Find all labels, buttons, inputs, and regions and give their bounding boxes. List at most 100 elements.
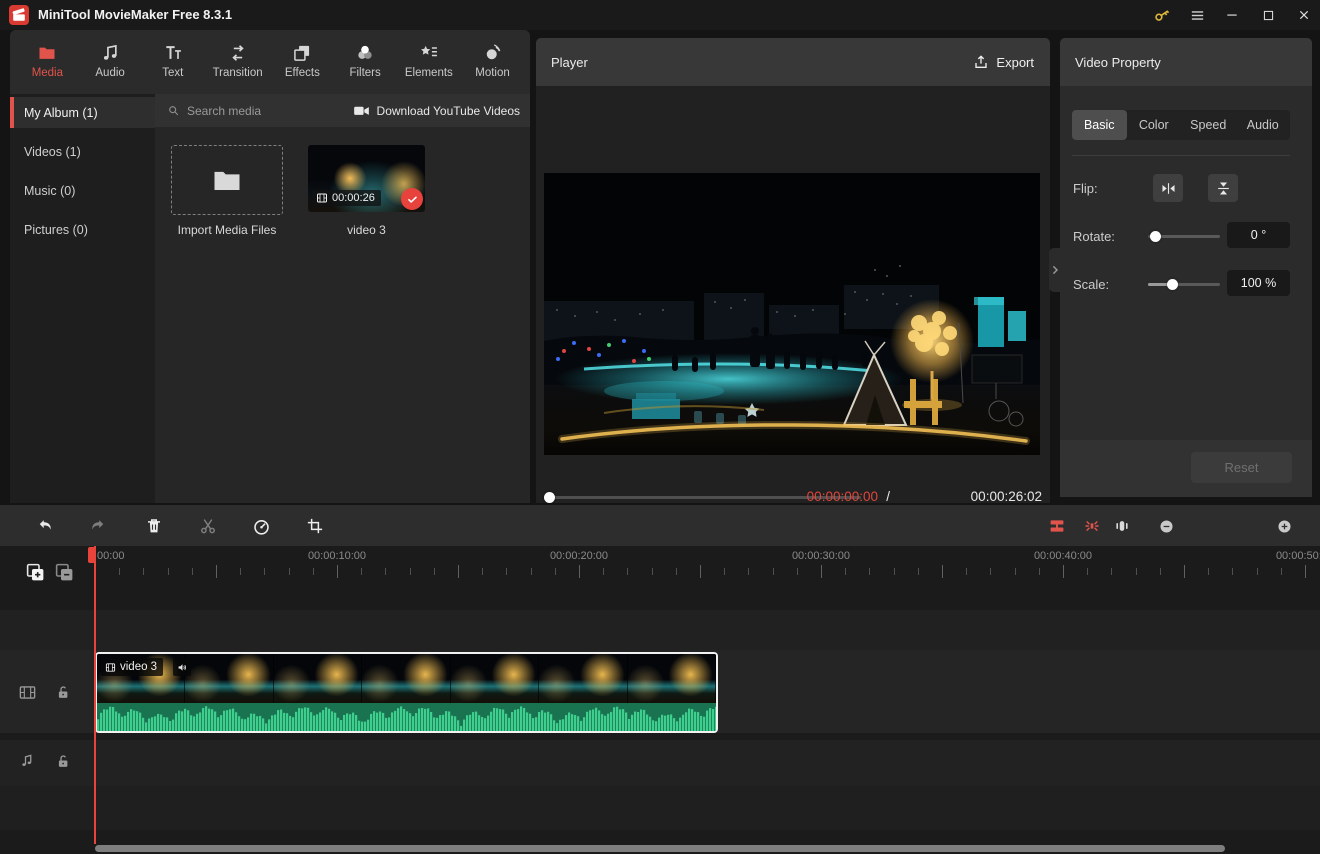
elements-star-icon xyxy=(419,43,439,63)
close-button[interactable] xyxy=(1287,0,1320,30)
total-time: 00:00:26:02 xyxy=(971,489,1042,504)
app-logo-icon xyxy=(9,5,29,25)
video-preview xyxy=(544,173,1040,455)
split-burst-icon xyxy=(1083,517,1101,535)
sidebar-item-pictures[interactable]: Pictures (0) xyxy=(10,214,155,245)
selected-indicator xyxy=(10,97,14,128)
tab-transition[interactable]: Transition xyxy=(213,43,263,79)
ruler-label: 00:00:10:00 xyxy=(308,550,366,562)
playhead-line[interactable] xyxy=(94,546,96,844)
maximize-button[interactable] xyxy=(1251,0,1285,30)
redo-icon xyxy=(87,517,106,536)
lock-open-icon xyxy=(55,753,72,770)
text-icon xyxy=(163,43,183,63)
film-icon xyxy=(316,192,328,204)
video-property-panel: Video Property Basic Color Speed Audio F… xyxy=(1060,38,1312,497)
minimize-button[interactable] xyxy=(1215,0,1249,30)
trash-icon xyxy=(145,517,163,535)
sidebar-item-my-album[interactable]: My Album (1) xyxy=(10,97,155,128)
sidebar-item-videos[interactable]: Videos (1) xyxy=(10,136,155,167)
scale-handle[interactable] xyxy=(1167,279,1178,290)
tab-elements[interactable]: Elements xyxy=(405,43,453,79)
search-icon xyxy=(167,104,180,117)
divider xyxy=(1072,155,1290,156)
tab-text[interactable]: Text xyxy=(150,43,196,79)
speaker-icon xyxy=(177,662,188,673)
flip-vertical-icon xyxy=(1215,180,1232,197)
tab-speed[interactable]: Speed xyxy=(1181,110,1236,140)
extra-track-row xyxy=(0,786,1320,830)
zoom-in-button[interactable] xyxy=(1274,516,1294,536)
tab-effects[interactable]: Effects xyxy=(279,43,325,79)
ribbon-tabs: Media Audio Text Transition Effects Filt… xyxy=(10,30,530,92)
rotate-handle[interactable] xyxy=(1150,231,1161,242)
delete-button[interactable] xyxy=(144,516,164,536)
ruler-label: 00:00 xyxy=(97,550,125,562)
scale-slider[interactable] xyxy=(1148,283,1220,286)
tab-media[interactable]: Media xyxy=(24,43,70,79)
flip-vertical-button[interactable] xyxy=(1208,174,1238,202)
timeline-clip-video3[interactable]: video 3 xyxy=(95,652,718,733)
filters-icon xyxy=(355,43,375,63)
titlebar: MiniTool MovieMaker Free 8.3.1 xyxy=(0,0,1320,30)
tab-basic[interactable]: Basic xyxy=(1072,110,1127,140)
tab-motion[interactable]: Motion xyxy=(470,43,516,79)
chevron-right-icon xyxy=(1051,265,1059,275)
panel-collapse-handle[interactable] xyxy=(1049,248,1061,292)
video-track-type-icon xyxy=(18,683,37,702)
zoom-in-icon xyxy=(1276,518,1293,535)
scale-value[interactable]: 100 % xyxy=(1227,270,1290,296)
tab-color[interactable]: Color xyxy=(1127,110,1182,140)
close-icon xyxy=(1296,7,1312,23)
audio-track-lock-button[interactable] xyxy=(55,753,72,770)
split-marker-button[interactable] xyxy=(1082,516,1102,536)
export-button[interactable]: Export xyxy=(973,54,1034,70)
crop-button[interactable] xyxy=(305,516,325,536)
flip-horizontal-button[interactable] xyxy=(1153,174,1183,202)
timeline-toolbar xyxy=(0,505,1320,546)
sidebar-item-music[interactable]: Music (0) xyxy=(10,175,155,206)
undo-button[interactable] xyxy=(36,516,56,536)
media-folder-icon xyxy=(37,43,57,63)
library-topbar: Search media Download YouTube Videos xyxy=(155,94,530,127)
overlay-track-row[interactable] xyxy=(0,610,1320,650)
speed-button[interactable] xyxy=(251,516,271,536)
tab-audio[interactable]: Audio xyxy=(87,43,133,79)
track-overwrite-icon xyxy=(1048,517,1066,535)
tab-filters[interactable]: Filters xyxy=(342,43,388,79)
search-media-field[interactable]: Search media xyxy=(167,104,353,118)
maximize-icon xyxy=(1261,8,1276,23)
zoom-out-button[interactable] xyxy=(1156,516,1176,536)
import-media-button[interactable] xyxy=(171,145,283,215)
audio-track-row[interactable] xyxy=(0,740,1320,786)
import-folder-icon xyxy=(212,167,242,193)
reset-button[interactable]: Reset xyxy=(1191,452,1292,483)
app-window: MiniTool MovieMaker Free 8.3.1 Media Aud… xyxy=(0,0,1320,854)
video-track-lock-button[interactable] xyxy=(55,684,72,701)
film-icon xyxy=(105,662,116,673)
license-key-button[interactable] xyxy=(1145,0,1179,30)
menu-button[interactable] xyxy=(1180,0,1214,30)
attach-to-track-button[interactable] xyxy=(1047,516,1067,536)
property-title: Video Property xyxy=(1075,55,1161,70)
minimize-icon xyxy=(1224,7,1240,23)
timeline-horizontal-scrollbar[interactable] xyxy=(95,845,1225,852)
import-media-label: Import Media Files xyxy=(162,223,292,237)
player-title: Player xyxy=(551,55,588,70)
rotate-value[interactable]: 0 ° xyxy=(1227,222,1290,248)
media-clip-card[interactable]: 00:00:26 xyxy=(308,145,425,212)
download-youtube-button[interactable]: Download YouTube Videos xyxy=(353,104,520,118)
split-button[interactable] xyxy=(198,516,218,536)
property-tabs: Basic Color Speed Audio xyxy=(1072,110,1290,140)
redo-button[interactable] xyxy=(86,516,106,536)
video-camera-icon xyxy=(353,104,370,118)
music-note-icon xyxy=(100,43,120,63)
ruler-label: 00:00:50:00 xyxy=(1276,550,1320,562)
tab-audio[interactable]: Audio xyxy=(1236,110,1291,140)
timeline: 00:00 00:00:10:00 00:00:20:00 00:00:30:0… xyxy=(0,546,1320,854)
zoom-to-fit-button[interactable] xyxy=(1112,516,1132,536)
scissors-icon xyxy=(199,517,217,535)
timeline-ruler[interactable]: 00:00 00:00:10:00 00:00:20:00 00:00:30:0… xyxy=(0,546,1320,586)
property-header: Video Property xyxy=(1060,38,1312,86)
seek-handle[interactable] xyxy=(544,492,555,503)
